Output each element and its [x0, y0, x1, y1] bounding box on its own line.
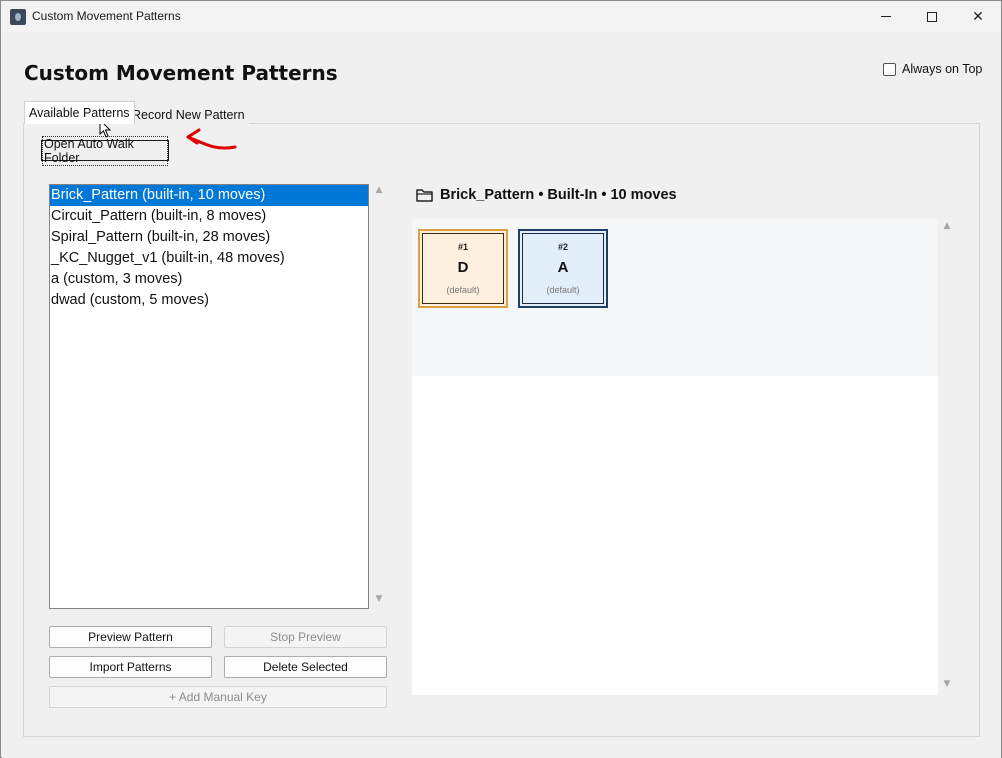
close-button[interactable]: ✕: [955, 1, 1001, 32]
list-scrollbar[interactable]: ▲ ▼: [372, 184, 386, 609]
stop-preview-button[interactable]: Stop Preview: [224, 626, 387, 648]
move-number: #2: [557, 242, 568, 252]
open-folder-button[interactable]: Open Auto Walk Folder: [41, 135, 169, 166]
app-icon: [10, 9, 26, 25]
pattern-detail-header: Brick_Pattern • Built-In • 10 moves: [416, 187, 677, 203]
pattern-preview-canvas: #1 D (default) #2 A (default): [412, 219, 938, 695]
title-bar: Custom Movement Patterns ✕: [1, 1, 1001, 32]
minimize-icon: [881, 16, 891, 17]
patterns-listbox[interactable]: Brick_Pattern (built-in, 10 moves) Circu…: [49, 184, 369, 609]
move-card-inner: #1 D (default): [422, 233, 504, 304]
tab-record-new-pattern[interactable]: Record New Pattern: [128, 104, 249, 126]
open-folder-label: Open Auto Walk Folder: [42, 135, 168, 166]
move-number: #1: [457, 242, 468, 252]
tab-available-patterns[interactable]: Available Patterns: [24, 101, 135, 124]
app-window: Custom Movement Patterns ✕ Custom Moveme…: [0, 0, 1002, 758]
list-item[interactable]: dwad (custom, 5 moves): [50, 290, 368, 311]
move-key: D: [457, 259, 469, 276]
move-card[interactable]: #1 D (default): [418, 229, 508, 308]
preview-pattern-button[interactable]: Preview Pattern: [49, 626, 212, 648]
list-item[interactable]: _KC_Nugget_v1 (built-in, 48 moves): [50, 248, 368, 269]
annotation-arrow-icon: [186, 128, 237, 150]
always-on-top-label: Always on Top: [902, 62, 983, 76]
window-title: Custom Movement Patterns: [32, 9, 181, 23]
minimize-button[interactable]: [863, 1, 909, 32]
scroll-up-icon[interactable]: ▲: [940, 221, 954, 231]
preview-scrollbar[interactable]: ▲ ▼: [940, 221, 954, 691]
scroll-down-icon[interactable]: ▼: [940, 679, 954, 689]
maximize-button[interactable]: [909, 1, 955, 32]
always-on-top-checkbox[interactable]: [883, 62, 896, 76]
delete-selected-button[interactable]: Delete Selected: [224, 656, 387, 678]
scroll-down-icon[interactable]: ▼: [372, 594, 386, 604]
move-cards-strip: #1 D (default) #2 A (default): [412, 219, 938, 376]
list-item[interactable]: Brick_Pattern (built-in, 10 moves): [50, 185, 368, 206]
close-icon: ✕: [972, 8, 984, 25]
page-title: Custom Movement Patterns: [24, 61, 338, 85]
move-card[interactable]: #2 A (default): [518, 229, 608, 308]
add-manual-key-button[interactable]: + Add Manual Key: [49, 686, 387, 708]
folder-icon: [416, 189, 433, 202]
scroll-up-icon[interactable]: ▲: [372, 185, 386, 195]
list-item[interactable]: Spiral_Pattern (built-in, 28 moves): [50, 227, 368, 248]
move-key: A: [557, 259, 569, 276]
maximize-icon: [927, 11, 937, 22]
move-card-inner: #2 A (default): [522, 233, 604, 304]
main-content: Custom Movement Patterns Always on Top A…: [2, 32, 1001, 758]
move-note: (default): [546, 285, 580, 295]
pattern-detail-title: Brick_Pattern • Built-In • 10 moves: [440, 187, 677, 203]
always-on-top-toggle[interactable]: Always on Top: [883, 62, 982, 76]
list-item[interactable]: a (custom, 3 moves): [50, 269, 368, 290]
list-item[interactable]: Circuit_Pattern (built-in, 8 moves): [50, 206, 368, 227]
move-note: (default): [446, 285, 480, 295]
import-patterns-button[interactable]: Import Patterns: [49, 656, 212, 678]
